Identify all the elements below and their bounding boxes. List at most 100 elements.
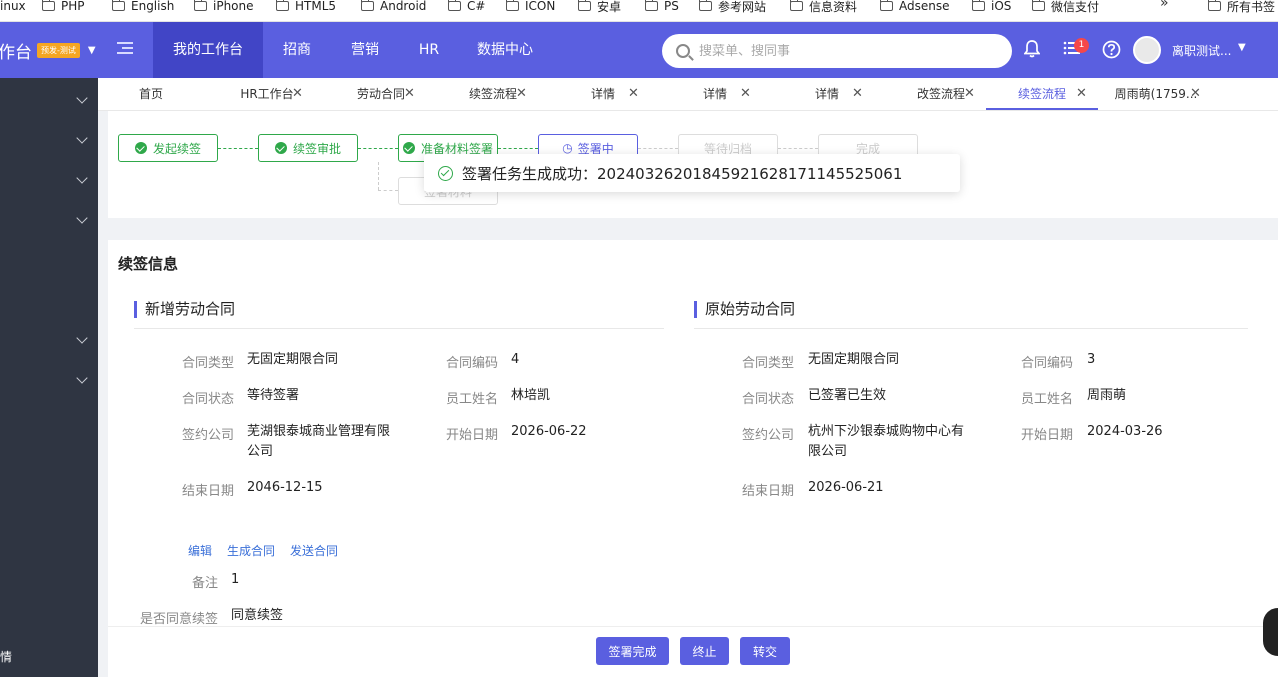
tab-home[interactable]: 首页: [136, 78, 166, 110]
bookmark-wechat-pay[interactable]: 微信支付: [1031, 0, 1099, 17]
bookmark-php[interactable]: PHP: [41, 0, 85, 17]
tab-change-flow[interactable]: 改签流程 ✕: [902, 78, 980, 110]
toast-message: 签署任务生成成功：2024032620184592162817114552506…: [462, 164, 903, 183]
new-contract-title: 新增劳动合同: [134, 301, 235, 318]
tab-label: 详情: [702, 87, 727, 101]
field-label: 是否同意续签: [139, 612, 218, 627]
bookmark-english[interactable]: English: [111, 0, 174, 17]
clock-icon: ◷: [562, 141, 573, 155]
field-label: 员工姓名: [445, 392, 498, 407]
field-label: 签约公司: [741, 428, 794, 443]
flow-connector: [358, 148, 398, 149]
bookmark-ps[interactable]: PS: [644, 0, 679, 17]
bookmark-reference[interactable]: 参考网站: [698, 0, 766, 17]
nav-recruit-merchants[interactable]: 招商: [273, 22, 321, 78]
edit-link[interactable]: 编辑: [188, 542, 212, 559]
sidebar-expand-chevron-icon[interactable]: [76, 372, 88, 384]
folder-icon: [41, 0, 55, 11]
sidebar-expand-chevron-icon[interactable]: [76, 92, 88, 104]
brand[interactable]: 作台 预发-测试 ▼: [0, 22, 96, 78]
field-label: 合同编码: [445, 356, 498, 371]
tab-detail[interactable]: 详情 ✕: [568, 78, 639, 110]
bookmark-iphone[interactable]: iPhone: [193, 0, 254, 17]
bookmarks-overflow-icon[interactable]: »: [1160, 0, 1169, 11]
bookmark-csharp[interactable]: C#: [447, 0, 485, 17]
bookmark-android[interactable]: Android: [360, 0, 426, 17]
bookmark-ios[interactable]: iOS: [971, 0, 1011, 17]
field-label: 结束日期: [181, 484, 234, 499]
notification-badge: 1: [1074, 38, 1089, 53]
bookmark-all[interactable]: 所有书签: [1207, 0, 1275, 17]
sidebar-expand-chevron-icon[interactable]: [76, 212, 88, 224]
tab-labor-contract[interactable]: 劳动合同 ✕: [342, 78, 420, 110]
tab-hr-workbench[interactable]: HR工作台 ✕: [228, 78, 306, 110]
bookmark-icon[interactable]: ICON: [505, 0, 555, 17]
menu-collapse-icon[interactable]: [117, 42, 133, 56]
check-circle-icon: [274, 142, 287, 154]
tab-renewal-flow[interactable]: 续签流程 ✕: [454, 78, 532, 110]
bookmark-info[interactable]: 信息资料: [789, 0, 857, 17]
bookmark-android-cn[interactable]: 安卓: [577, 0, 621, 17]
nav-hr[interactable]: HR: [409, 22, 449, 78]
nav-marketing[interactable]: 营销: [341, 22, 389, 78]
flow-connector: [498, 148, 538, 149]
close-icon[interactable]: ✕: [1076, 78, 1087, 110]
user-menu-caret-icon[interactable]: ▼: [1238, 42, 1246, 53]
bookmark-label: PHP: [61, 0, 85, 13]
flow-step-label: 发起续签: [152, 141, 201, 156]
close-icon[interactable]: ✕: [292, 78, 303, 110]
new-contract-status: 等待签署: [247, 388, 300, 403]
close-icon[interactable]: ✕: [404, 78, 415, 110]
close-icon[interactable]: ✕: [1190, 78, 1201, 110]
tab-label: 续签流程: [468, 87, 517, 101]
bookmark-label: PS: [664, 0, 679, 13]
footer-divider: [108, 626, 1278, 627]
orig-contract-company: 杭州下沙银泰城购物中心有限公司: [808, 424, 965, 459]
user-name[interactable]: 离职测试...: [1172, 42, 1231, 59]
sidebar-expand-chevron-icon[interactable]: [76, 132, 88, 144]
tab-detail[interactable]: 详情 ✕: [792, 78, 863, 110]
sign-complete-button[interactable]: 签署完成: [596, 637, 669, 665]
generate-contract-link[interactable]: 生成合同: [227, 542, 275, 559]
search-icon: [676, 44, 690, 58]
bookmark-adsense[interactable]: Adsense: [879, 0, 950, 17]
top-header: 作台 预发-测试 ▼ 我的工作台 招商 营销 HR 数据中心 1 离职测试...…: [0, 22, 1278, 78]
bell-icon[interactable]: [1024, 40, 1040, 58]
new-contract-employee: 林培凯: [511, 388, 551, 403]
close-icon[interactable]: ✕: [516, 78, 527, 110]
transfer-button[interactable]: 转交: [740, 637, 790, 665]
sidebar-expand-chevron-icon[interactable]: [76, 172, 88, 184]
send-contract-link[interactable]: 发送合同: [290, 542, 338, 559]
check-circle-icon: [134, 142, 147, 154]
folder-icon: [1207, 0, 1221, 11]
sidebar-expand-chevron-icon[interactable]: [76, 332, 88, 344]
nav-data-center[interactable]: 数据中心: [469, 22, 541, 78]
close-icon[interactable]: ✕: [628, 78, 639, 110]
flow-branch-connector: [378, 190, 398, 191]
close-icon[interactable]: ✕: [852, 78, 863, 110]
sidebar-item-label[interactable]: 情: [0, 648, 12, 665]
bookmark-html5[interactable]: HTML5: [275, 0, 336, 17]
tab-employee[interactable]: 周雨萌(1759... ✕: [1110, 78, 1202, 110]
tab-label: 首页: [138, 87, 163, 101]
search-input[interactable]: [699, 43, 989, 59]
orig-contract-start: 2024-03-26: [1087, 424, 1163, 439]
brand-title: 作台: [0, 42, 32, 63]
folder-icon: [275, 0, 289, 11]
tab-renewal-flow-active[interactable]: 续签流程 ✕: [986, 78, 1098, 110]
field-label: 合同状态: [741, 392, 794, 407]
tab-detail[interactable]: 详情 ✕: [680, 78, 751, 110]
orig-contract-title: 原始劳动合同: [694, 301, 795, 318]
bookmark-label: inux: [0, 0, 26, 13]
close-icon[interactable]: ✕: [740, 78, 751, 110]
bookmark-inux[interactable]: inux: [0, 0, 26, 17]
assistant-mascot-icon[interactable]: [1263, 608, 1278, 656]
terminate-button[interactable]: 终止: [680, 637, 729, 665]
section-title: 续签信息: [118, 255, 179, 273]
folder-icon: [447, 0, 461, 11]
search-box[interactable]: [662, 34, 1012, 68]
avatar[interactable]: [1133, 36, 1161, 64]
nav-my-workbench[interactable]: 我的工作台: [153, 22, 263, 78]
help-icon[interactable]: [1102, 40, 1121, 59]
close-icon[interactable]: ✕: [964, 78, 975, 110]
